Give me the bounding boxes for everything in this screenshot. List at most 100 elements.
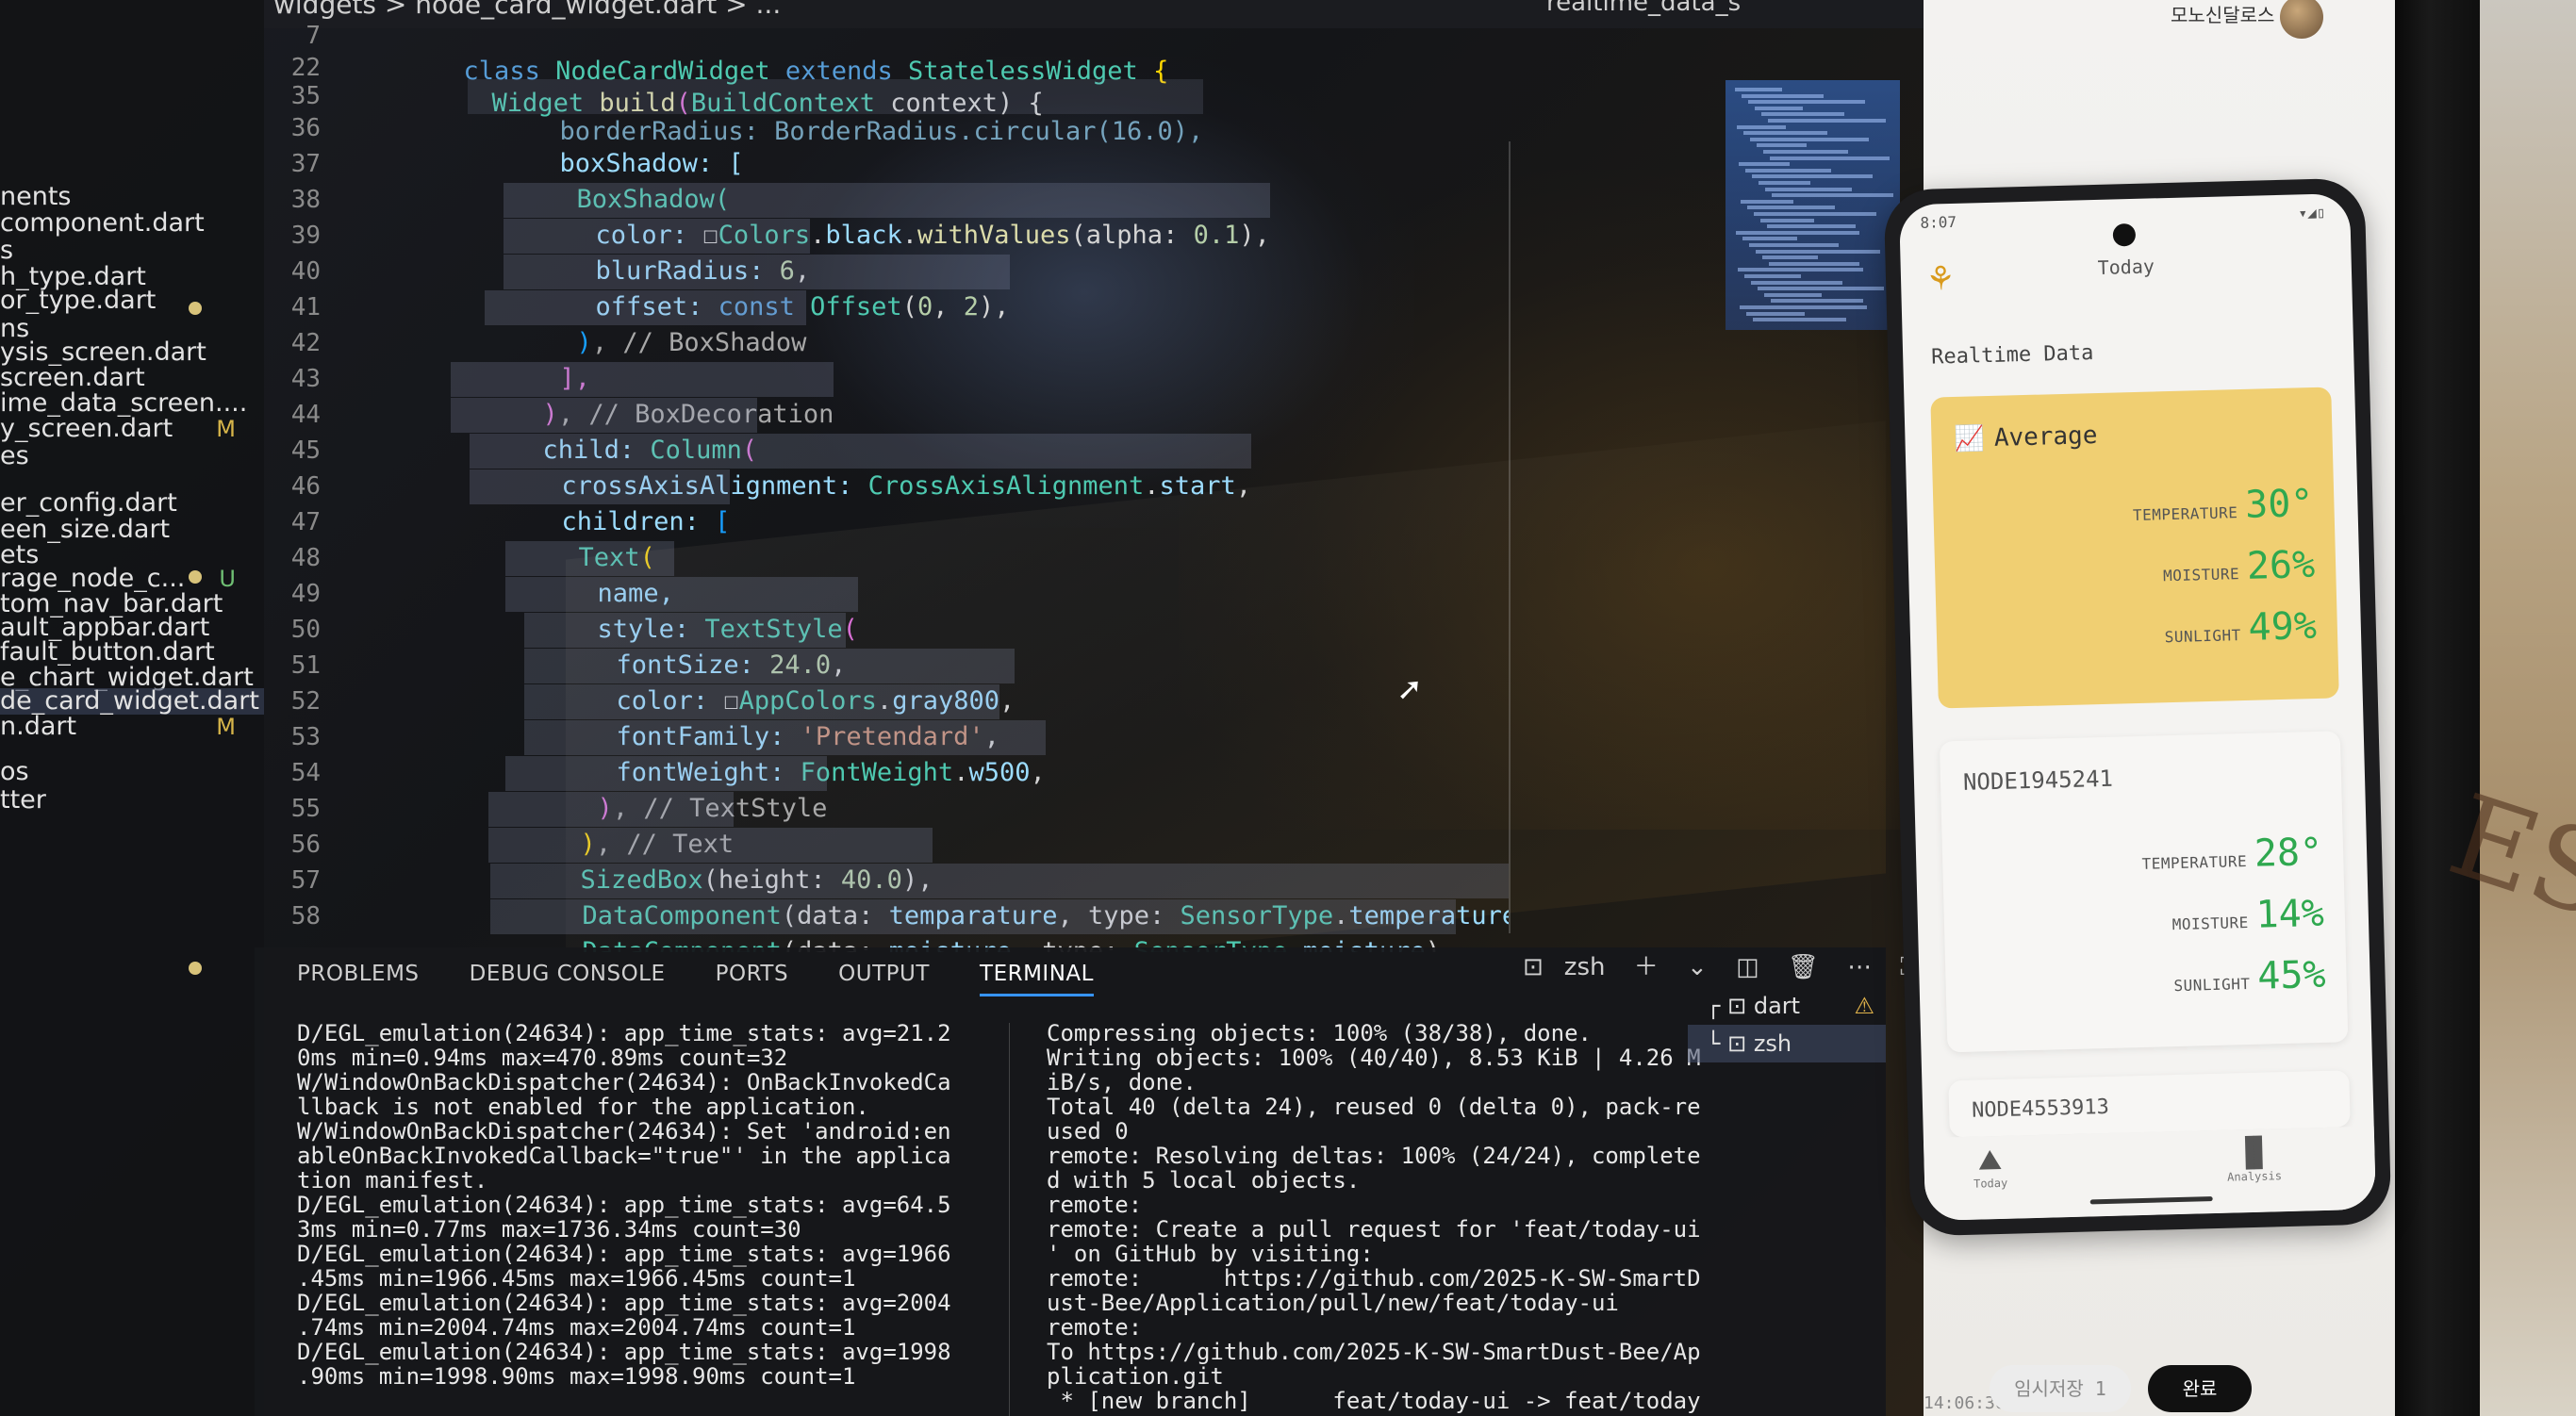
bottom-nav: ⛰ Today ▐▌ Analysis — [1923, 1126, 2377, 1222]
shell-label[interactable]: zsh — [1564, 953, 1606, 981]
explorer-file-item[interactable]: or_type.dart — [0, 288, 264, 314]
explorer-file-item[interactable]: ysis_screen.dart — [0, 339, 264, 366]
node-card[interactable]: NODE1945241 TEMPERATURE 28° MOISTURE 14% S… — [1939, 731, 2349, 1053]
draft-save-button[interactable]: 임시저장 1 — [1990, 1365, 2131, 1412]
code-line-43: ), // BoxDecoration — [451, 362, 834, 429]
tab-output[interactable]: OUTPUT — [838, 962, 930, 994]
line-number[interactable]: 43 — [236, 362, 321, 397]
minimap-line — [1741, 199, 1793, 204]
explorer-file-item[interactable]: screen.dart — [0, 365, 264, 391]
terminal-divider[interactable] — [1009, 1023, 1010, 1416]
line-number[interactable]: 35 — [236, 79, 321, 114]
minimap-line — [1756, 249, 1880, 254]
line-number[interactable]: 38 — [236, 183, 321, 218]
tab-problems[interactable]: PROBLEMS — [297, 962, 420, 994]
explorer-file-item[interactable]: n.dart M — [0, 714, 264, 740]
code-area[interactable]: class NodeCardWidget extends StatelessWi… — [377, 19, 1509, 952]
line-number[interactable]: 47 — [236, 505, 321, 540]
line-number[interactable]: 55 — [236, 792, 321, 827]
explorer-file-item[interactable]: e_chart_widget.dart — [0, 665, 264, 691]
code-line-45: crossAxisAlignment: CrossAxisAlignment.s… — [470, 434, 1252, 501]
code-line-56: SizedBox(height: 40.0), — [488, 828, 933, 895]
line-number[interactable]: 58 — [236, 899, 321, 934]
panel-actions: ⊡zsh ＋ ⌄ ◫ 🗑 ⋯ ⛶ ✕ — [1523, 947, 1924, 982]
more-icon[interactable]: ⋯ — [1847, 953, 1872, 981]
git-status-badge: M — [216, 714, 236, 740]
code-line-50: fontSize: 24.0, — [524, 613, 847, 680]
line-number[interactable]: 41 — [236, 290, 321, 325]
line-number[interactable]: 54 — [236, 756, 321, 791]
explorer-file-item[interactable]: os — [0, 759, 264, 785]
line-number[interactable]: 40 — [236, 255, 321, 289]
line-number[interactable]: 44 — [236, 398, 321, 433]
minimap-line — [1767, 224, 1856, 229]
tab-realtime-data-screen[interactable]: realtime_data_s — [1546, 0, 1741, 17]
minimap-line — [1760, 218, 1814, 222]
average-card[interactable]: 📈 Average TEMPERATURE 30° MOISTURE 26% SUNL… — [1930, 387, 2339, 709]
line-number[interactable]: 57 — [236, 864, 321, 898]
breadcrumb[interactable]: widgets > node_card_widget.dart > ... — [273, 0, 781, 20]
line-chart-icon: 📈 — [1954, 424, 1986, 453]
app-title: Today — [2097, 255, 2155, 279]
code-line-35: borderRadius: BorderRadius.circular(16.0… — [468, 79, 1204, 146]
explorer-file-item[interactable]: tom_nav_bar.dart — [0, 591, 264, 617]
line-number[interactable]: 39 — [236, 219, 321, 254]
explorer-file-item[interactable]: tter — [0, 787, 264, 814]
explorer-file-item[interactable]: h_type.dart — [0, 264, 264, 290]
minimap[interactable] — [1726, 80, 1900, 330]
explorer-file-item[interactable]: es — [0, 443, 264, 469]
explorer-file-item[interactable]: y_screen.dart M — [0, 416, 264, 442]
terminal-output-left[interactable]: D/EGL_emulation(24634): app_time_stats: … — [297, 1022, 976, 1391]
node-title: NODE1945241 — [1962, 765, 2114, 796]
minimap-line — [1762, 255, 1818, 260]
minimap-line — [1742, 93, 1824, 98]
line-number[interactable]: 50 — [236, 613, 321, 648]
explorer-file-item[interactable]: er_config.dart — [0, 490, 264, 517]
code-line-53: fontWeight: FontWeight.w500, — [524, 720, 1046, 787]
line-number[interactable]: 36 — [236, 111, 321, 146]
line-number[interactable]: 56 — [236, 828, 321, 863]
terminal-entry-zsh[interactable]: └ ⊡ zsh — [1688, 1025, 1886, 1062]
explorer-file-item[interactable]: ns — [0, 316, 264, 342]
explorer-file-item[interactable]: de_card_widget.dart — [0, 688, 264, 715]
chevron-down-icon[interactable]: ⌄ — [1687, 953, 1708, 981]
line-number[interactable]: 7 — [236, 19, 321, 54]
line-number[interactable]: 52 — [236, 684, 321, 719]
node-card[interactable]: NODE4553913 — [1948, 1070, 2351, 1138]
line-number[interactable]: 49 — [236, 577, 321, 612]
line-number[interactable]: 37 — [236, 147, 321, 182]
explorer-file-item[interactable]: ault_appbar.dart — [0, 615, 264, 641]
new-terminal-icon[interactable]: ＋ — [1634, 953, 1659, 981]
trash-icon[interactable]: 🗑 — [1788, 953, 1819, 981]
tab-ports[interactable]: PORTS — [716, 962, 788, 994]
explorer-file-item[interactable]: een_size.dart — [0, 517, 264, 543]
explorer-file-item[interactable]: rage_node_c... U — [0, 566, 264, 592]
done-button[interactable]: 완료 — [2148, 1365, 2252, 1412]
explorer-file-item[interactable]: s — [0, 238, 264, 264]
minimap-line — [1757, 143, 1807, 148]
explorer-file-item[interactable]: ets — [0, 542, 264, 568]
terminal-entry-dart[interactable]: ┌ ⊡ dart ⚠ — [1688, 987, 1886, 1025]
line-number[interactable]: 53 — [236, 720, 321, 755]
minimap-line — [1743, 131, 1827, 136]
line-number[interactable]: 48 — [236, 541, 321, 576]
line-number[interactable]: 45 — [236, 434, 321, 469]
minimap-line — [1761, 112, 1844, 117]
terminal-output-right[interactable]: Compressing objects: 100% (38/38), done.… — [1047, 1022, 1726, 1415]
explorer-file-item[interactable]: component.dart — [0, 210, 264, 237]
tab-debug-console[interactable]: DEBUG CONSOLE — [470, 962, 666, 994]
explorer-file-item[interactable]: fault_button.dart — [0, 639, 264, 666]
tab-terminal[interactable]: TERMINAL — [980, 962, 1094, 996]
minimap-line — [1749, 243, 1839, 247]
nav-analysis[interactable]: ▐▌ Analysis — [2197, 1135, 2311, 1184]
line-number[interactable]: 42 — [236, 326, 321, 361]
explorer-file-item[interactable]: nents — [0, 184, 264, 210]
nav-today[interactable]: ⛰ Today — [1933, 1143, 2047, 1192]
split-terminal-icon[interactable]: ◫ — [1736, 953, 1759, 981]
terminal-line: Total 40 (delta 24), reused 0 (delta 0),… — [1047, 1094, 1701, 1120]
line-number[interactable]: 46 — [236, 469, 321, 504]
line-number[interactable]: 51 — [236, 649, 321, 683]
code-line-39: blurRadius: 6, — [504, 219, 811, 286]
explorer-file-item[interactable]: ime_data_screen.... — [0, 390, 264, 417]
user-name[interactable]: 모노신달로스 — [2171, 0, 2274, 27]
